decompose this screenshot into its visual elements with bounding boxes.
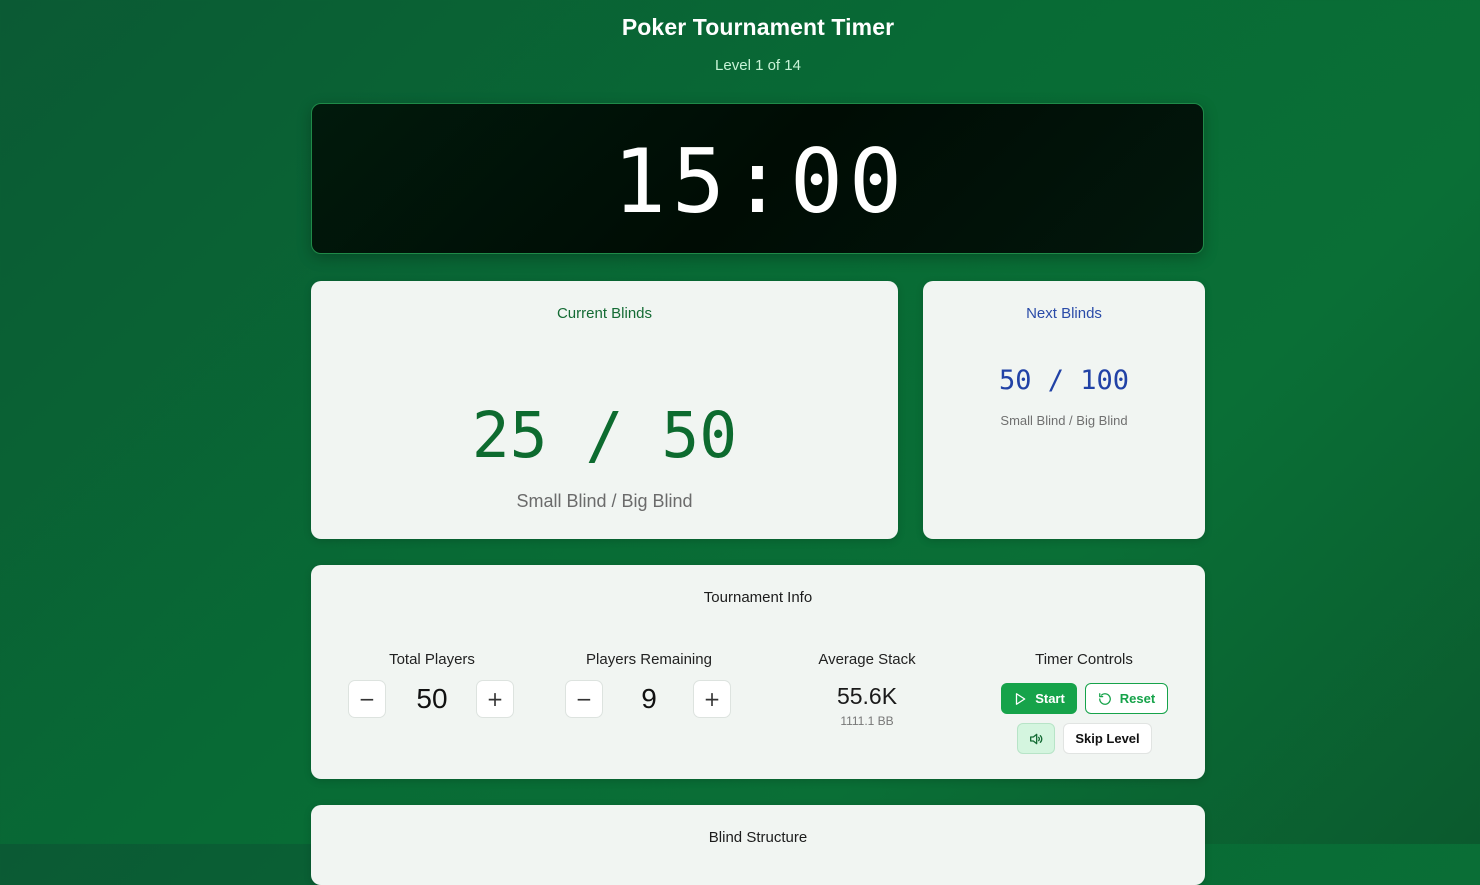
next-blinds-subtitle: Small Blind / Big Blind — [1000, 413, 1128, 428]
next-blinds-card: Next Blinds 50 / 100 Small Blind / Big B… — [923, 281, 1205, 539]
sound-toggle-button[interactable] — [1017, 723, 1055, 754]
timer-display: 15:00 — [311, 103, 1204, 254]
players-remaining-decrement-button[interactable]: − — [565, 680, 603, 718]
timer-value: 15:00 — [613, 130, 908, 233]
total-players-decrement-button[interactable]: − — [348, 680, 386, 718]
reset-button-label: Reset — [1119, 691, 1156, 706]
total-players-label: Total Players — [389, 651, 475, 668]
players-remaining-label: Players Remaining — [586, 651, 712, 668]
start-button[interactable]: Start — [1001, 683, 1077, 714]
blind-structure-label: Blind Structure — [708, 829, 808, 846]
next-blinds-value: 50 / 100 — [998, 365, 1130, 396]
timer-controls-label: Timer Controls — [1035, 651, 1133, 668]
skip-level-label: Skip Level — [1075, 731, 1140, 746]
players-remaining-increment-button[interactable]: + — [693, 680, 731, 718]
average-stack-value: 55.6K — [836, 683, 898, 709]
next-blinds-label: Next Blinds — [1026, 305, 1102, 322]
rotate-ccw-icon — [1098, 692, 1111, 705]
play-icon — [1016, 692, 1026, 705]
start-button-label: Start — [1035, 691, 1065, 706]
current-blinds-label: Current Blinds — [556, 305, 653, 322]
volume-icon — [1030, 733, 1043, 744]
total-players-increment-button[interactable]: + — [476, 680, 514, 718]
current-blinds-value: 25 / 50 — [471, 399, 738, 472]
skip-level-button[interactable]: Skip Level — [1063, 723, 1152, 754]
tournament-info-card: Tournament Info Total Players − 50 + Pla… — [311, 565, 1205, 779]
current-blinds-subtitle: Small Blind / Big Blind — [516, 491, 693, 511]
blind-structure-card: Blind Structure — [311, 805, 1205, 885]
players-remaining-value: 9 — [641, 683, 657, 714]
current-blinds-card: Current Blinds 25 / 50 Small Blind / Big… — [311, 281, 898, 539]
average-stack-bb: 1111.1 BB — [840, 714, 894, 728]
level-indicator: Level 1 of 14 — [715, 57, 801, 74]
total-players-value: 50 — [416, 683, 448, 714]
reset-button[interactable]: Reset — [1085, 683, 1168, 714]
average-stack-label: Average Stack — [818, 651, 916, 668]
tournament-info-label: Tournament Info — [703, 589, 813, 606]
page-title: Poker Tournament Timer — [621, 14, 895, 40]
